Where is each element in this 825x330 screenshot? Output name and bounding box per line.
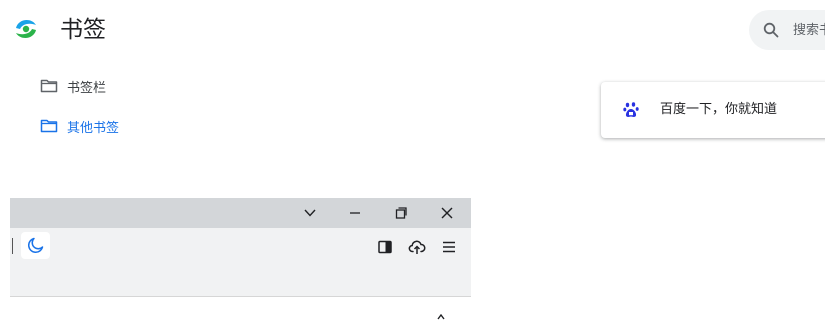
minimize-icon[interactable] [347,205,363,221]
chevron-down-icon[interactable] [302,205,318,221]
browser-toolbar [10,228,471,264]
folder-label: 其他书签 [67,120,120,136]
cloud-upload-icon[interactable] [408,238,426,256]
moon-icon [28,237,44,253]
search-icon [763,22,779,38]
folder-label: 书签栏 [67,80,107,96]
sidebar-toggle-icon[interactable] [376,238,394,256]
window-titlebar [10,198,471,228]
browser-window-preview [10,198,471,330]
menu-icon[interactable] [440,238,458,256]
search-box[interactable] [749,10,825,50]
browser-logo-icon [16,19,36,39]
folder-bookmarks-bar[interactable]: 书签栏 [40,75,106,97]
folder-icon [40,79,58,93]
close-icon[interactable] [439,205,455,221]
page-title: 书签 [60,17,106,43]
caret-up-icon [437,314,445,320]
bookmarks-bar-strip [10,264,471,297]
baidu-paw-icon [623,102,639,117]
dark-mode-button[interactable] [21,232,50,259]
toolbar-separator [12,238,13,254]
bookmark-title: 百度一下，你就知道 [660,102,778,117]
bookmark-item[interactable]: 百度一下，你就知道 [601,82,825,138]
folder-other-bookmarks[interactable]: 其他书签 [40,115,119,137]
search-input[interactable] [793,10,825,50]
folder-icon [40,119,58,133]
restore-icon[interactable] [393,205,409,221]
page-content-area [10,297,471,330]
